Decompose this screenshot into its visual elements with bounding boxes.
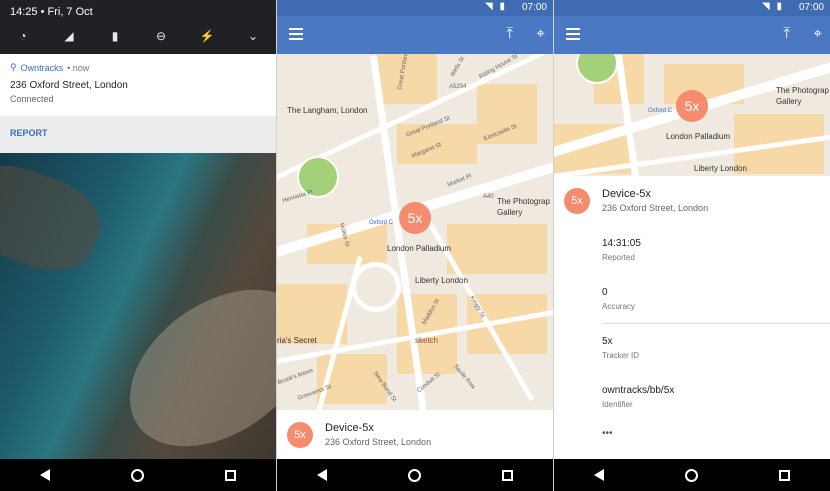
notification-actions: REPORT <box>0 116 276 153</box>
menu-icon[interactable] <box>566 28 580 40</box>
my-location-icon[interactable]: ⌖ <box>814 25 822 42</box>
upload-icon[interactable]: ⤒ <box>506 25 513 42</box>
identifier-value: owntracks/bb/5x <box>602 385 675 396</box>
notification-app-name: Owntracks <box>20 62 64 73</box>
status-bar: ◥ ▮ 07:00 <box>277 0 553 16</box>
street-label: A40 <box>483 194 494 200</box>
map-label-langham: The Langham, London <box>287 106 368 115</box>
battery-icon[interactable]: ▮ <box>106 28 124 44</box>
device-marker[interactable]: 5x <box>676 90 708 122</box>
shade-time-date: 14:25 • Fri, 7 Oct <box>10 6 93 18</box>
recents-icon[interactable] <box>501 469 513 481</box>
quick-settings-bar: 14:25 • Fri, 7 Oct ◔ ◢ ▮ ⊖ ⚡ ⌄ <box>0 0 276 54</box>
notification-subtitle: Connected <box>10 94 54 104</box>
detail-accuracy: 0 Accuracy <box>602 287 635 311</box>
map-view[interactable]: London Palladium Liberty London The Phot… <box>554 54 830 176</box>
flashlight-icon[interactable]: ⚡ <box>198 28 216 44</box>
map-label-marias: ria's Secret <box>277 336 317 345</box>
device-name: Device-5x <box>325 422 374 434</box>
device-avatar: 5x <box>564 188 590 214</box>
app-toolbar: ⤒ ⌖ <box>554 16 830 54</box>
notification-time: • now <box>67 62 90 73</box>
home-icon[interactable] <box>407 468 421 482</box>
street-label: Henrietta Pl <box>281 189 314 205</box>
detail-tracker-id: 5x Tracker ID <box>602 336 639 360</box>
wifi-icon[interactable]: ◔ <box>14 28 32 44</box>
device-detail-panel: 5x Device-5x 236 Oxford Street, London 1… <box>554 176 830 459</box>
status-time: 07:00 <box>521 2 547 13</box>
owntracks-notification[interactable]: ⚲ Owntracks • now 236 Oxford Street, Lon… <box>0 54 276 153</box>
report-button[interactable]: REPORT <box>10 128 48 138</box>
notification-shade-screen: 14:25 • Fri, 7 Oct ◔ ◢ ▮ ⊖ ⚡ ⌄ ⚲ Owntrac… <box>0 0 276 491</box>
reported-label: Reported <box>602 253 635 262</box>
street-label: A5204 <box>449 84 467 90</box>
tracker-id-value: 5x <box>602 336 613 347</box>
device-address: 236 Oxford Street, London <box>602 203 709 213</box>
notification-title: 236 Oxford Street, London <box>10 80 128 91</box>
map-label-photographers: The Photograp <box>776 86 829 95</box>
street-label: Savile Row <box>452 363 476 391</box>
wallpaper-rock <box>0 151 112 285</box>
detail-identifier: owntracks/bb/5x Identifier <box>602 385 674 409</box>
recents-icon[interactable] <box>224 469 236 481</box>
wallpaper <box>0 151 276 479</box>
back-icon[interactable] <box>317 469 328 481</box>
menu-icon[interactable] <box>289 28 303 40</box>
status-time: 07:00 <box>798 2 824 13</box>
device-avatar: 5x <box>287 422 313 448</box>
back-icon[interactable] <box>40 469 51 481</box>
wallpaper-beach <box>100 257 276 479</box>
nav-bar <box>0 459 276 491</box>
back-icon[interactable] <box>594 469 605 481</box>
map-label-sketch: sketch <box>415 336 439 345</box>
map-label-oxford-circus: Oxford C <box>648 108 673 114</box>
home-icon[interactable] <box>684 468 698 482</box>
map-view[interactable]: The Langham, London London Palladium Lib… <box>277 54 553 410</box>
notification-header: ⚲ Owntracks • now <box>10 62 89 73</box>
expand-icon[interactable]: ⌄ <box>244 28 262 44</box>
recents-icon[interactable] <box>778 469 790 481</box>
map-label-photographers: The Photograp <box>497 197 550 206</box>
map-label-liberty: Liberty London <box>415 276 468 285</box>
map-label-oxford-circus: Oxford C <box>369 220 394 226</box>
map-label-liberty: Liberty London <box>694 164 747 173</box>
tracker-id-label: Tracker ID <box>602 351 640 360</box>
dnd-icon[interactable]: ⊖ <box>152 28 170 44</box>
status-icons: ◥ ▮ <box>485 1 507 12</box>
device-marker[interactable]: 5x <box>399 202 431 234</box>
quick-settings-row: ◔ ◢ ▮ ⊖ ⚡ ⌄ <box>0 28 276 44</box>
my-location-icon[interactable]: ⌖ <box>537 25 545 42</box>
upload-icon[interactable]: ⤒ <box>783 25 790 42</box>
accuracy-label: Accuracy <box>602 302 635 311</box>
map-screen: ◥ ▮ 07:00 ⤒ ⌖ The Langham, London London… <box>277 0 553 491</box>
street-label: Market Pl <box>446 173 473 189</box>
signal-icon[interactable]: ◢ <box>60 28 78 44</box>
device-name: Device-5x <box>602 188 651 200</box>
street-label: Wells St <box>449 56 467 78</box>
more-icon[interactable]: ••• <box>602 428 613 439</box>
accuracy-value: 0 <box>602 287 608 298</box>
status-icons: ◥ ▮ <box>762 1 784 12</box>
device-address: 236 Oxford Street, London <box>325 437 432 447</box>
identifier-label: Identifier <box>602 400 633 409</box>
detail-divider <box>602 323 830 324</box>
app-toolbar: ⤒ ⌖ <box>277 16 553 54</box>
map-label-gallery: Gallery <box>497 208 523 217</box>
location-pin-icon: ⚲ <box>10 62 17 72</box>
reported-value: 14:31:05 <box>602 238 641 249</box>
map-label-gallery: Gallery <box>776 97 802 106</box>
device-card[interactable]: 5x Device-5x 236 Oxford Street, London <box>277 410 553 459</box>
map-label-palladium: London Palladium <box>387 244 452 253</box>
device-detail-screen: ◥ ▮ 07:00 ⤒ ⌖ London Palladium Liberty L… <box>554 0 830 491</box>
street-label: Brook's Mews <box>277 367 315 387</box>
nav-bar <box>277 459 553 491</box>
home-icon[interactable] <box>130 468 144 482</box>
status-bar: ◥ ▮ 07:00 <box>554 0 830 16</box>
detail-reported: 14:31:05 Reported <box>602 238 641 262</box>
map-label-palladium: London Palladium <box>666 132 731 141</box>
nav-bar <box>554 459 830 491</box>
